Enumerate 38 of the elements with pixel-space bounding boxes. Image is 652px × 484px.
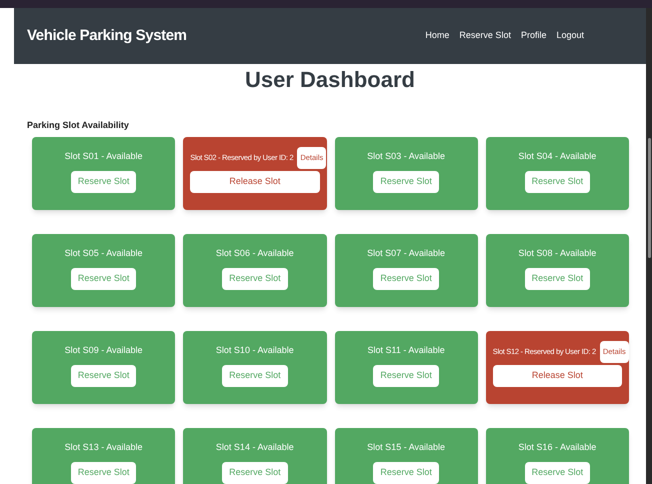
brand-title[interactable]: Vehicle Parking System xyxy=(27,24,187,48)
slot-status: Slot S09 - Available xyxy=(64,344,143,356)
slot-status: Slot S03 - Available xyxy=(367,150,446,162)
slot-status: Slot S01 - Available xyxy=(64,150,143,162)
nav-link[interactable]: Logout xyxy=(556,29,584,43)
slot-status: Slot S10 - Available xyxy=(216,344,294,356)
reserve-slot-button[interactable]: Reserve Slot xyxy=(373,171,439,193)
slot-status: Slot S06 - Available xyxy=(216,246,294,260)
reserve-slot-button[interactable]: Reserve Slot xyxy=(373,365,439,387)
reserve-slot-button[interactable]: Reserve Slot xyxy=(373,462,439,484)
slot-status: Slot S13 - Available xyxy=(64,440,143,454)
reserve-slot-button[interactable]: Reserve Slot xyxy=(222,268,288,290)
reserve-slot-button[interactable]: Reserve Slot xyxy=(222,365,288,387)
reserve-slot-button[interactable]: Reserve Slot xyxy=(524,268,590,290)
reserve-slot-button[interactable]: Reserve Slot xyxy=(70,268,136,290)
nav-link[interactable]: Profile xyxy=(520,29,546,43)
release-slot-button[interactable]: Release Slot xyxy=(190,170,320,192)
slot-status: Slot S11 - Available xyxy=(368,344,445,356)
slot-status: Slot S08 - Available xyxy=(518,246,596,260)
reserve-slot-button[interactable]: Reserve Slot xyxy=(70,462,136,484)
reserve-slot-button[interactable]: Reserve Slot xyxy=(70,365,136,387)
reserve-slot-button[interactable]: Reserve Slot xyxy=(373,268,439,290)
nav-link[interactable]: Reserve Slot xyxy=(459,29,511,43)
page-heading: User Dashboard xyxy=(244,69,416,91)
slot-status: Slot S04 - Available xyxy=(518,150,596,162)
slot-status: Slot S15 - Available xyxy=(367,440,446,454)
scrollbar[interactable] xyxy=(646,8,652,484)
release-slot-button[interactable]: Release Slot xyxy=(492,364,622,386)
slot-status: Slot S07 - Available xyxy=(367,246,446,260)
reserve-slot-button[interactable]: Reserve Slot xyxy=(524,462,590,484)
slot-status: Slot S16 - Available xyxy=(518,440,596,454)
reserve-slot-button[interactable]: Reserve Slot xyxy=(524,171,590,193)
nav-link[interactable]: Home xyxy=(425,29,450,43)
section-title: Parking Slot Availability xyxy=(27,119,130,132)
slot-status: Slot S14 - Available xyxy=(216,440,294,454)
reserve-slot-button[interactable]: Reserve Slot xyxy=(70,171,136,193)
slot-status: Slot S05 - Available xyxy=(64,246,143,260)
reserve-slot-button[interactable]: Reserve Slot xyxy=(222,462,288,484)
